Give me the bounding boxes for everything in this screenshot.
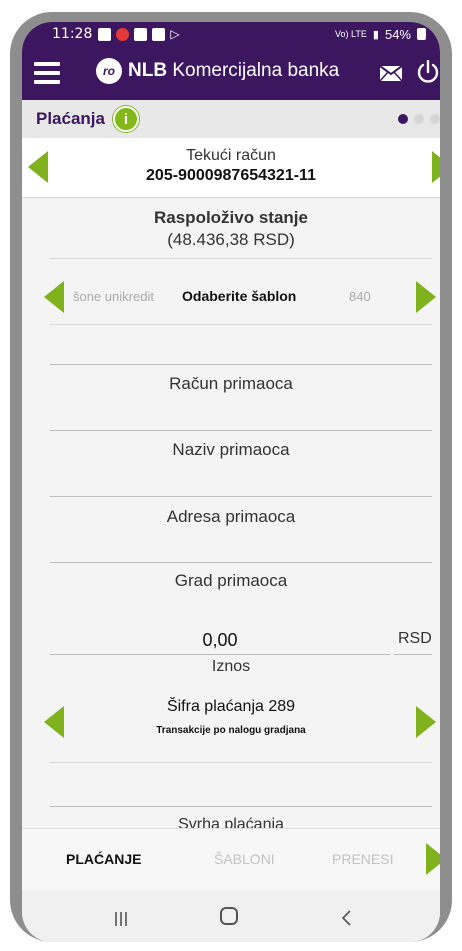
template-prev[interactable]: šone unikredit: [73, 289, 154, 304]
page-dot: [414, 114, 424, 124]
chat-notification-icon: [98, 27, 112, 41]
battery-percent: 54%: [384, 26, 411, 42]
template-next[interactable]: 840: [349, 289, 371, 304]
status-bar: 11:28 ▷ Vo) LTE ▮ 54%: [22, 22, 440, 46]
battery-icon: [417, 28, 426, 40]
signal-icon: ▮: [372, 28, 379, 41]
play-notification-icon: ▷: [170, 27, 180, 41]
nlb-logo-icon: ro: [96, 58, 122, 84]
phone-screen: 11:28 ▷ Vo) LTE ▮ 54% ro NLB Komercijaln…: [22, 22, 440, 942]
divider: [50, 324, 432, 325]
balance-label: Raspoloživo stanje: [154, 208, 308, 227]
divider: [50, 762, 432, 763]
account-number: 205-9000987654321-11: [146, 167, 316, 184]
next-account-arrow-icon[interactable]: [432, 151, 440, 183]
input-underline: [50, 562, 432, 563]
input-underline: [50, 364, 432, 365]
input-underline: [50, 496, 432, 497]
brand-name-rest: Komercijalna banka: [167, 60, 340, 81]
account-type: Tekući račun: [186, 147, 276, 164]
page-dot: [430, 114, 440, 124]
brand-name: NLB Komercijalna banka: [128, 60, 339, 82]
section-header: Plaćanja i: [22, 100, 440, 138]
recipient-name-field[interactable]: Naziv primaoca: [22, 440, 440, 460]
tabs-next-arrow-icon[interactable]: [426, 843, 440, 875]
amount-underline: [50, 654, 390, 655]
currency-underline: [394, 654, 432, 655]
template-selector[interactable]: šone unikredit Odaberite šablon 840: [22, 274, 440, 320]
input-underline: [50, 806, 432, 807]
network-indicator: Vo) LTE: [335, 29, 367, 39]
power-icon[interactable]: [416, 60, 440, 84]
back-icon[interactable]: [340, 910, 352, 926]
recipient-city-field[interactable]: Grad primaoca: [22, 571, 440, 591]
app-header: ro NLB Komercijalna banka: [22, 46, 440, 100]
system-nav-bar: [22, 890, 440, 942]
input-underline: [50, 430, 432, 431]
recent-apps-icon[interactable]: [114, 912, 128, 926]
news-notification-icon: [116, 27, 130, 41]
linkedin-notification-icon: [134, 27, 148, 41]
gallery-notification-icon: [152, 27, 166, 41]
account-selector: Tekući račun 205-9000987654321-11: [22, 138, 440, 198]
prev-template-arrow-icon[interactable]: [44, 281, 64, 313]
tab-payment[interactable]: PLAĆANJE: [66, 851, 141, 867]
recipient-address-field[interactable]: Adresa primaoca: [22, 507, 440, 527]
status-time: 11:28: [52, 26, 93, 42]
notification-icons: ▷: [98, 27, 180, 41]
next-template-arrow-icon[interactable]: [416, 281, 436, 313]
section-title: Plaćanja: [36, 109, 105, 128]
tab-transfer[interactable]: PRENESI: [332, 851, 393, 867]
status-right: Vo) LTE ▮ 54%: [335, 27, 426, 42]
payment-code-description: Transakcije po nalogu gradjana: [156, 725, 306, 736]
balance-value: (48.436,38 RSD): [167, 230, 295, 249]
amount-label: Iznos: [211, 658, 251, 675]
brand-name-bold: NLB: [128, 60, 168, 81]
page-indicator: [398, 114, 440, 124]
menu-icon[interactable]: [34, 62, 60, 84]
payment-code-label[interactable]: Šifra plaćanja 289: [22, 698, 440, 716]
info-icon[interactable]: i: [113, 106, 139, 132]
template-label[interactable]: Odaberite šablon: [182, 288, 296, 304]
bottom-tabs: PLAĆANJE ŠABLONI PRENESI: [22, 828, 440, 890]
brand: ro NLB Komercijalna banka: [96, 58, 339, 84]
currency-select[interactable]: RSD: [398, 630, 432, 648]
amount-input[interactable]: 0,00: [50, 630, 390, 651]
page-dot: [398, 114, 408, 124]
home-icon[interactable]: [220, 907, 238, 925]
tab-templates[interactable]: ŠABLONI: [214, 851, 275, 867]
mail-icon[interactable]: [380, 66, 402, 81]
divider: [50, 258, 432, 259]
recipient-account-field[interactable]: Račun primaoca: [22, 374, 440, 394]
next-code-arrow-icon[interactable]: [416, 706, 436, 738]
